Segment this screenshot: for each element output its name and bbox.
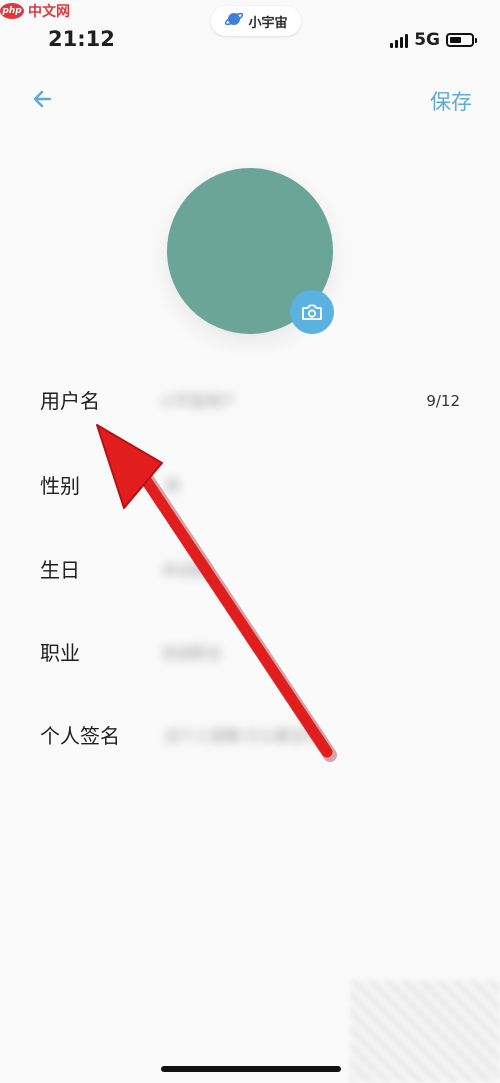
birthday-label: 生日 (40, 558, 80, 582)
back-button[interactable] (28, 84, 58, 114)
username-label: 用户名 (40, 389, 100, 413)
save-button[interactable]: 保存 (430, 86, 472, 116)
occupation-label: 职业 (40, 641, 80, 665)
signal-icon (390, 33, 409, 48)
status-indicators: 5G (390, 30, 477, 50)
username-input[interactable]: 小宇宙用户 (160, 389, 235, 413)
php-logo: php (0, 3, 24, 19)
annotation-arrow (96, 424, 337, 762)
battery-icon (446, 33, 477, 47)
network-type: 5G (414, 30, 440, 50)
app-pill: 小宇宙 (211, 6, 301, 36)
birthday-row[interactable]: 生日 未设置 (40, 550, 460, 590)
username-row[interactable]: 用户名 小宇宙用户 9/12 (40, 381, 460, 421)
camera-icon (302, 304, 322, 320)
birthday-value[interactable]: 未设置 (162, 558, 207, 582)
gender-label: 性别 (40, 474, 80, 498)
signature-row[interactable]: 个人签名 这个人很懒 什么都没写 (40, 716, 460, 756)
app-pill-label: 小宇宙 (248, 15, 288, 31)
home-indicator[interactable] (161, 1066, 341, 1072)
username-char-count: 9/12 (426, 392, 460, 410)
occupation-row[interactable]: 职业 自由职业 (40, 633, 460, 673)
signature-label: 个人签名 (40, 724, 120, 748)
change-avatar-button[interactable] (290, 290, 334, 334)
arrow-left-icon (33, 90, 52, 108)
blurred-corner (350, 980, 500, 1083)
planet-icon (224, 9, 244, 33)
status-time: 21:12 (48, 27, 115, 51)
occupation-value[interactable]: 自由职业 (162, 641, 222, 665)
gender-row[interactable]: 性别 男 (40, 466, 460, 506)
watermark: php 中文网 (0, 0, 70, 22)
signature-value[interactable]: 这个人很懒 什么都没写 (165, 724, 320, 748)
gender-value[interactable]: 男 (165, 474, 180, 498)
battery-level (450, 37, 461, 43)
watermark-text: 中文网 (28, 4, 70, 20)
